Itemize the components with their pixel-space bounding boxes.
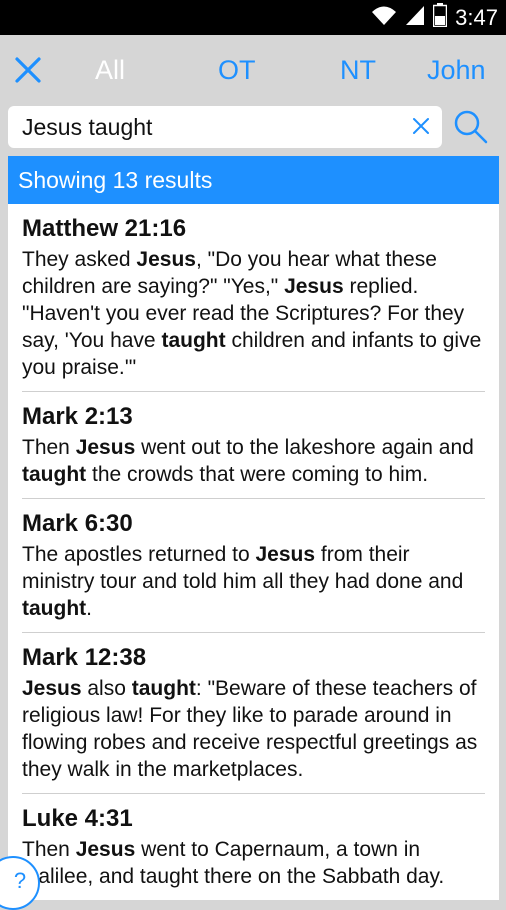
highlighted-term: taught [161,329,226,352]
verse-segment: the crowds that were coming to him. [86,463,429,486]
clear-icon[interactable] [412,117,430,135]
close-icon[interactable] [14,56,42,84]
highlighted-term: Jesus [75,838,136,861]
verse-segment: . [86,597,92,620]
verse-text: They asked Jesus, "Do you hear what thes… [22,246,485,381]
verse-segment: Then [22,838,76,861]
highlighted-term: taught [131,677,196,700]
highlighted-term: Jesus [22,677,82,700]
status-icons: 3:47 [371,0,498,35]
verse-segment: They asked [22,248,137,271]
result-item[interactable]: Matthew 21:16 They asked Jesus, "Do you h… [22,204,485,392]
verse-text: The apostles returned to Jesus from thei… [22,541,485,622]
search-input[interactable] [22,106,402,148]
tab-john[interactable]: John [427,55,486,86]
results-summary: Showing 13 results [8,156,499,204]
signal-icon [405,4,425,31]
verse-reference: Mark 12:38 [22,644,147,671]
verse-segment: went out to the lakeshore again and [135,436,474,459]
result-item[interactable]: Luke 4:31 Then Jesus went to Capernaum, a… [22,794,485,900]
result-item[interactable]: Mark 2:13 Then Jesus went out to the lake… [22,392,485,499]
verse-segment: Then [22,436,76,459]
status-bar: 3:47 [0,0,506,35]
status-time: 3:47 [455,4,498,30]
verse-reference: Luke 4:31 [22,805,133,832]
verse-segment: also [81,677,132,700]
verse-segment: The apostles returned to [22,543,256,566]
tab-ot[interactable]: OT [218,55,256,86]
verse-text: Then Jesus went to Capernaum, a town in … [22,836,485,890]
highlighted-term: taught [22,463,87,486]
wifi-icon [371,4,397,31]
search-box [8,106,442,148]
results-list[interactable]: Matthew 21:16 They asked Jesus, "Do you h… [8,204,499,900]
verse-reference: Matthew 21:16 [22,215,187,242]
highlighted-term: taught [22,597,87,620]
battery-icon [432,3,448,32]
highlighted-term: Jesus [136,248,196,271]
search-icon[interactable] [452,108,490,146]
toolbar: All OT NT John [0,35,506,105]
result-item[interactable]: Mark 12:38 Jesus also taught: "Beware of … [22,633,485,794]
highlighted-term: Jesus [284,275,344,298]
verse-text: Then Jesus went out to the lakeshore aga… [22,434,485,488]
highlighted-term: Jesus [75,436,136,459]
verse-text: Jesus also taught: "Beware of these teac… [22,675,485,783]
verse-reference: Mark 2:13 [22,403,133,430]
tab-all[interactable]: All [95,55,125,86]
highlighted-term: Jesus [255,543,316,566]
verse-reference: Mark 6:30 [22,510,133,537]
tab-nt[interactable]: NT [340,55,376,86]
result-item[interactable]: Mark 6:30 The apostles returned to Jesus … [22,499,485,633]
